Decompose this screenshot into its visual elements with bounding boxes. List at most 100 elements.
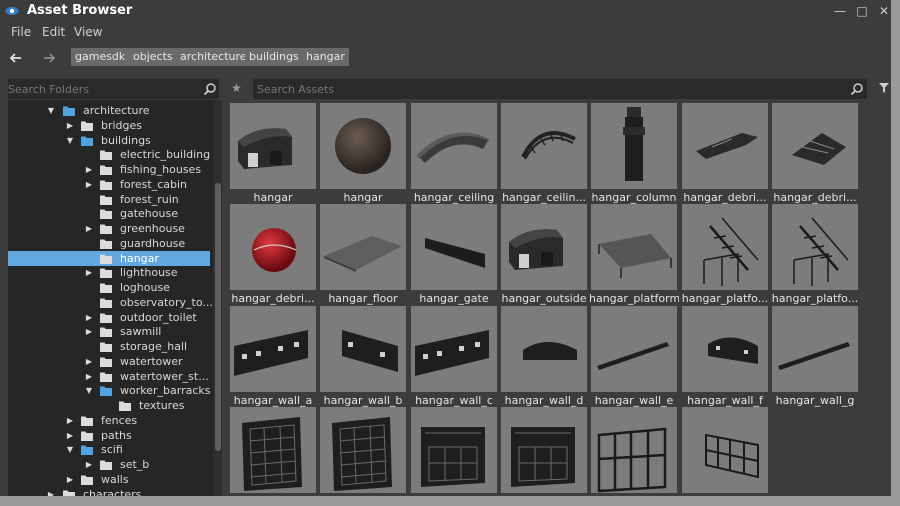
asset-thumbnail	[521, 131, 576, 160]
tree-item-lighthouse[interactable]: ▶ lighthouse	[8, 265, 210, 280]
back-arrow-icon[interactable]	[8, 50, 24, 66]
tree-item-storage_hall[interactable]: storage_hall	[8, 339, 210, 354]
tree-item-observatory_to[interactable]: observatory_to...	[8, 295, 213, 310]
maximize-icon[interactable]: □	[855, 4, 869, 18]
minimize-icon[interactable]: —	[833, 4, 847, 18]
asset-tile[interactable]	[501, 103, 587, 189]
collapsed-arrow-icon[interactable]: ▶	[65, 413, 75, 428]
tree-item-watertower_st[interactable]: ▶ watertower_st...	[8, 369, 210, 384]
breadcrumb-buildings[interactable]: buildings	[245, 48, 303, 66]
asset-tile[interactable]	[320, 407, 406, 493]
expanded-arrow-icon[interactable]: ▼	[65, 133, 75, 148]
tree-item-set_b[interactable]: ▶ set_b	[8, 457, 210, 472]
asset-tile[interactable]	[772, 204, 858, 290]
asset-tile[interactable]	[501, 407, 587, 493]
tree-item-buildings[interactable]: ▼ buildings	[8, 133, 210, 148]
tree-item-loghouse[interactable]: loghouse	[8, 280, 210, 295]
breadcrumb-objects[interactable]: objects	[129, 48, 177, 66]
asset-tile[interactable]	[591, 407, 677, 493]
tree-item-worker_barracks[interactable]: ▼ worker_barracks	[8, 383, 211, 398]
collapsed-arrow-icon[interactable]: ▶	[65, 428, 75, 443]
asset-tile[interactable]	[501, 204, 587, 290]
breadcrumb-gamesdk[interactable]: gamesdk	[71, 48, 130, 66]
asset-tile[interactable]	[411, 306, 497, 392]
tree-item-forest_ruin[interactable]: forest_ruin	[8, 192, 210, 207]
tree-item-label: loghouse	[120, 281, 170, 294]
asset-tile[interactable]	[411, 407, 497, 493]
tree-item-greenhouse[interactable]: ▶ greenhouse	[8, 221, 210, 236]
asset-label: hangar_ceiling	[413, 191, 495, 204]
collapsed-arrow-icon[interactable]: ▶	[84, 177, 94, 192]
asset-tile[interactable]	[230, 103, 316, 189]
filter-icon[interactable]	[879, 83, 889, 93]
asset-tile[interactable]	[591, 103, 677, 189]
collapsed-arrow-icon[interactable]: ▶	[84, 265, 94, 280]
collapsed-arrow-icon[interactable]: ▶	[84, 457, 94, 472]
expanded-arrow-icon[interactable]: ▼	[65, 442, 75, 457]
collapsed-arrow-icon[interactable]: ▶	[65, 472, 75, 487]
asset-tile[interactable]	[682, 306, 768, 392]
tree-item-label: textures	[139, 399, 185, 412]
tree-item-architecture[interactable]: ▼ architecture	[8, 103, 210, 118]
tree-item-forest_cabin[interactable]: ▶ forest_cabin	[8, 177, 210, 192]
asset-tile[interactable]	[682, 407, 768, 493]
asset-tile[interactable]	[320, 204, 406, 290]
tree-item-watertower[interactable]: ▶ watertower	[8, 354, 210, 369]
collapsed-arrow-icon[interactable]: ▶	[84, 369, 94, 384]
tree-item-hangar[interactable]: hangar	[8, 250, 210, 266]
tree-item-bridges[interactable]: ▶ bridges	[8, 118, 210, 133]
tree-item-walls[interactable]: ▶ walls	[8, 472, 210, 487]
asset-tile[interactable]	[411, 204, 497, 290]
folder-search-input[interactable]	[8, 79, 198, 99]
tree-item-scifi[interactable]: ▼ scifi	[8, 442, 210, 457]
forward-arrow-icon[interactable]	[41, 50, 57, 66]
expanded-arrow-icon[interactable]: ▼	[46, 103, 56, 118]
asset-tile[interactable]	[501, 306, 587, 392]
collapsed-arrow-icon[interactable]: ▶	[65, 118, 75, 133]
asset-search-input[interactable]	[257, 79, 847, 99]
menu-edit[interactable]: Edit	[42, 25, 65, 39]
tree-item-paths[interactable]: ▶ paths	[8, 428, 210, 443]
asset-tile[interactable]	[230, 407, 316, 493]
collapsed-arrow-icon[interactable]: ▶	[84, 221, 94, 236]
scrollbar-thumb[interactable]	[215, 183, 221, 451]
asset-tile[interactable]	[230, 204, 316, 290]
asset-tile[interactable]	[320, 306, 406, 392]
expanded-arrow-icon[interactable]: ▼	[84, 383, 94, 398]
asset-tile[interactable]	[591, 306, 677, 392]
tree-item-guardhouse[interactable]: guardhouse	[8, 236, 210, 251]
collapsed-arrow-icon[interactable]: ▶	[84, 162, 94, 177]
collapsed-arrow-icon[interactable]: ▶	[84, 310, 94, 325]
breadcrumb-architecture[interactable]: architecture	[176, 48, 251, 66]
tree-item-fishing_houses[interactable]: ▶ fishing_houses	[8, 162, 210, 177]
asset-tile[interactable]	[682, 204, 768, 290]
tree-item-characters[interactable]: ▶ characters	[8, 487, 210, 497]
menu-file[interactable]: File	[11, 25, 31, 39]
tree-item-sawmill[interactable]: ▶ sawmill	[8, 324, 210, 339]
asset-tile[interactable]	[772, 306, 858, 392]
title-bar[interactable]: Asset Browser — □ ✕	[0, 0, 891, 22]
breadcrumb-hangar[interactable]: hangar	[302, 48, 349, 66]
folder-icon	[100, 327, 112, 338]
asset-tile[interactable]	[772, 103, 858, 189]
close-icon[interactable]: ✕	[877, 4, 891, 18]
asset-thumbnail	[417, 132, 489, 163]
asset-tile[interactable]	[320, 103, 406, 189]
search-icon[interactable]	[850, 82, 864, 96]
collapsed-arrow-icon[interactable]: ▶	[84, 354, 94, 369]
tree-item-fences[interactable]: ▶ fences	[8, 413, 210, 428]
favorite-star-icon[interactable]: ★	[231, 82, 243, 94]
tree-item-gatehouse[interactable]: gatehouse	[8, 206, 210, 221]
tree-item-electric_building[interactable]: electric_building	[8, 147, 210, 162]
asset-thumbnail	[335, 118, 391, 174]
tree-item-textures[interactable]: textures	[8, 398, 210, 413]
search-icon[interactable]	[203, 82, 217, 96]
asset-tile[interactable]	[682, 103, 768, 189]
asset-tile[interactable]	[411, 103, 497, 189]
menu-view[interactable]: View	[74, 25, 102, 39]
collapsed-arrow-icon[interactable]: ▶	[46, 487, 56, 497]
asset-tile[interactable]	[230, 306, 316, 392]
collapsed-arrow-icon[interactable]: ▶	[84, 324, 94, 339]
tree-item-outdoor_toilet[interactable]: ▶ outdoor_toilet	[8, 310, 210, 325]
asset-tile[interactable]	[591, 204, 677, 290]
